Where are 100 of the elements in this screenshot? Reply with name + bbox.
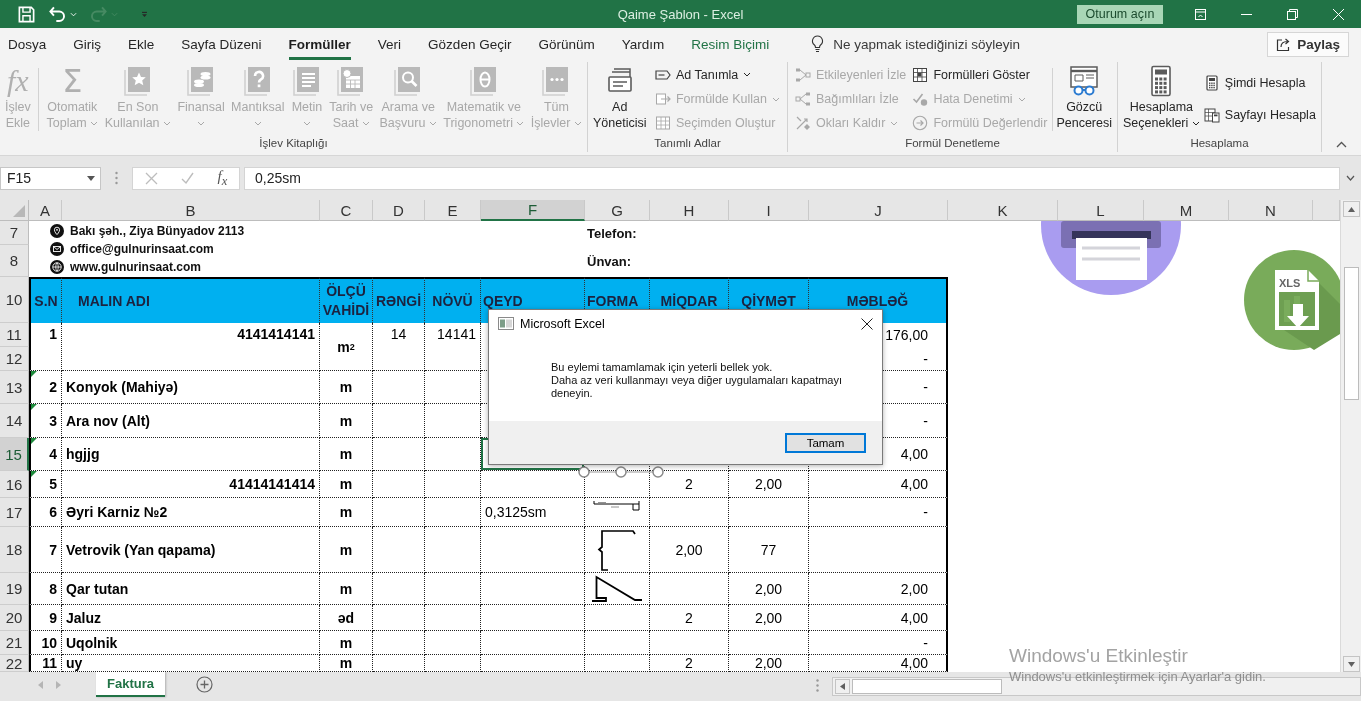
column-header[interactable]: F (481, 200, 585, 221)
share-button[interactable]: Paylaş (1267, 31, 1349, 57)
ribbon-tab[interactable]: Sayfa Düzeni (181, 28, 262, 60)
ribbon-tab[interactable]: Resim Biçimi (691, 28, 770, 60)
table-cell: 2,00 (809, 573, 948, 605)
ribbon-tab[interactable]: Dosya (8, 28, 47, 60)
field-label: Telefon: (587, 225, 637, 241)
ok-button[interactable]: Tamam (785, 432, 866, 453)
sheet-calculator-icon (1203, 107, 1220, 124)
column-header[interactable]: L (1058, 200, 1144, 221)
ribbon-button[interactable]: Sayfayı Hesapla (1200, 103, 1319, 127)
row-header[interactable]: 12 (0, 347, 29, 371)
table-cell: 6 (29, 498, 62, 527)
column-header[interactable]: A (29, 200, 62, 221)
row-header[interactable]: 10 (0, 277, 29, 323)
caret-icon (87, 175, 95, 181)
scroll-up-button[interactable] (1342, 201, 1360, 217)
dialog-message: Bu eylemi tamamlamak için yeterli bellek yok. (551, 361, 774, 374)
ribbon-button[interactable]: Hesaplama Seçenekleri (1122, 62, 1201, 131)
ribbon-button[interactable]: Ad Tanımla (652, 63, 783, 87)
field-label: Ünvan: (587, 253, 632, 269)
scroll-left-button[interactable] (835, 679, 850, 694)
column-header[interactable]: N (1229, 200, 1313, 221)
table-cell: Əyri Karniz №2 (62, 498, 320, 527)
table-cell (373, 471, 425, 498)
table-cell: m (320, 371, 373, 404)
row-header[interactable]: 22 (0, 655, 29, 672)
scrollbar-thumb[interactable] (852, 679, 1002, 694)
insert-function-button[interactable]: f$_{x}$ (217, 167, 228, 189)
row-header[interactable]: 21 (0, 631, 29, 655)
column-header[interactable]: M (1144, 200, 1229, 221)
column-header[interactable]: B (62, 200, 320, 221)
row-header[interactable]: 13 (0, 371, 29, 404)
close-button[interactable] (861, 317, 873, 330)
ribbon-button[interactable]: Şimdi Hesapla (1200, 71, 1319, 95)
row-header[interactable]: 7 (0, 221, 29, 245)
left-arrow-icon (840, 683, 845, 690)
ribbon-display-icon (1194, 8, 1206, 20)
ribbon-tab[interactable]: Gözden Geçir (428, 28, 512, 60)
select-all-button[interactable] (0, 200, 29, 221)
table-cell: Jaluz (62, 605, 320, 631)
resize-handle-icon[interactable] (615, 466, 627, 478)
table-cell (373, 527, 425, 573)
ribbon-tab[interactable]: Ekle (128, 28, 155, 60)
window-title: Qaime Şablon - Excel (617, 6, 744, 22)
table-cell: 14141 (425, 323, 481, 371)
ribbon-tab[interactable]: Görünüm (538, 28, 595, 60)
sheet-grid-icon (912, 66, 929, 83)
cancel-button[interactable] (144, 171, 158, 185)
column-header[interactable]: J (809, 200, 948, 221)
column-header[interactable]: K (948, 200, 1058, 221)
row-header[interactable]: 14 (0, 404, 29, 438)
column-header[interactable]: C (320, 200, 373, 221)
column-header[interactable]: H (650, 200, 729, 221)
resize-handle-icon[interactable] (652, 466, 664, 478)
resize-handle-icon[interactable] (578, 466, 590, 478)
vertical-scrollbar[interactable] (1340, 200, 1361, 672)
ribbon-tab[interactable]: Giriş (73, 28, 101, 60)
up-arrow-icon (1347, 206, 1355, 212)
row-header[interactable]: 18 (0, 527, 29, 573)
sign-in-button[interactable]: Oturum açın (1077, 4, 1163, 24)
row-header[interactable]: 16 (0, 471, 29, 498)
ribbon-button[interactable]: Formülleri Göster (909, 63, 1051, 87)
collapse-ribbon-icon[interactable] (1336, 141, 1347, 148)
grip-icon[interactable] (816, 679, 819, 692)
tell-me-field[interactable]: Ne yapmak istediğinizi söyleyin (833, 36, 1074, 52)
scroll-down-button[interactable] (1342, 656, 1360, 672)
check-warning-icon (912, 91, 929, 107)
formula-field[interactable]: 0,25sm (244, 166, 1340, 190)
column-header[interactable]: G (585, 200, 650, 221)
column-header[interactable]: E (425, 200, 481, 221)
table-cell (425, 527, 481, 573)
name-box[interactable]: F15 (0, 166, 101, 190)
column-header[interactable]: I (729, 200, 809, 221)
file-badge-label: XLS (1279, 277, 1301, 289)
expand-caret-icon[interactable] (1346, 175, 1355, 181)
ribbon-tab[interactable]: Veri (377, 28, 402, 60)
ribbon-button[interactable]: Ad Yöneticisi (592, 62, 648, 131)
row-header[interactable]: 8 (0, 245, 29, 277)
ribbon-button[interactable]: Gözcü Penceresi (1055, 62, 1113, 131)
table-cell: 2,00 (729, 605, 809, 631)
grip-icon (115, 171, 118, 185)
row-header[interactable]: 15 (0, 438, 29, 471)
row-header[interactable]: 17 (0, 498, 29, 527)
table-cell: 2 (29, 371, 62, 404)
new-sheet-button[interactable] (195, 676, 213, 693)
activation-subtitle: Windows'u etkinleştirmek için Ayarlar'a gidin. (1009, 669, 1266, 684)
insert-function-icon: fx (7, 65, 29, 97)
table-cell: 2,00 (650, 527, 729, 573)
table-cell: Konyok (Mahiyə) (62, 371, 320, 404)
enter-button[interactable] (181, 171, 195, 185)
row-header[interactable]: 20 (0, 605, 29, 631)
scrollbar-thumb[interactable] (1343, 267, 1359, 400)
location-pin-icon (50, 224, 64, 238)
ribbon-tab[interactable]: Yardım (621, 28, 665, 60)
table-cell (425, 498, 481, 527)
row-header[interactable]: 19 (0, 573, 29, 605)
sheet-tab[interactable]: Faktura (96, 672, 165, 697)
row-header[interactable]: 11 (0, 323, 29, 347)
column-header[interactable]: D (373, 200, 425, 221)
